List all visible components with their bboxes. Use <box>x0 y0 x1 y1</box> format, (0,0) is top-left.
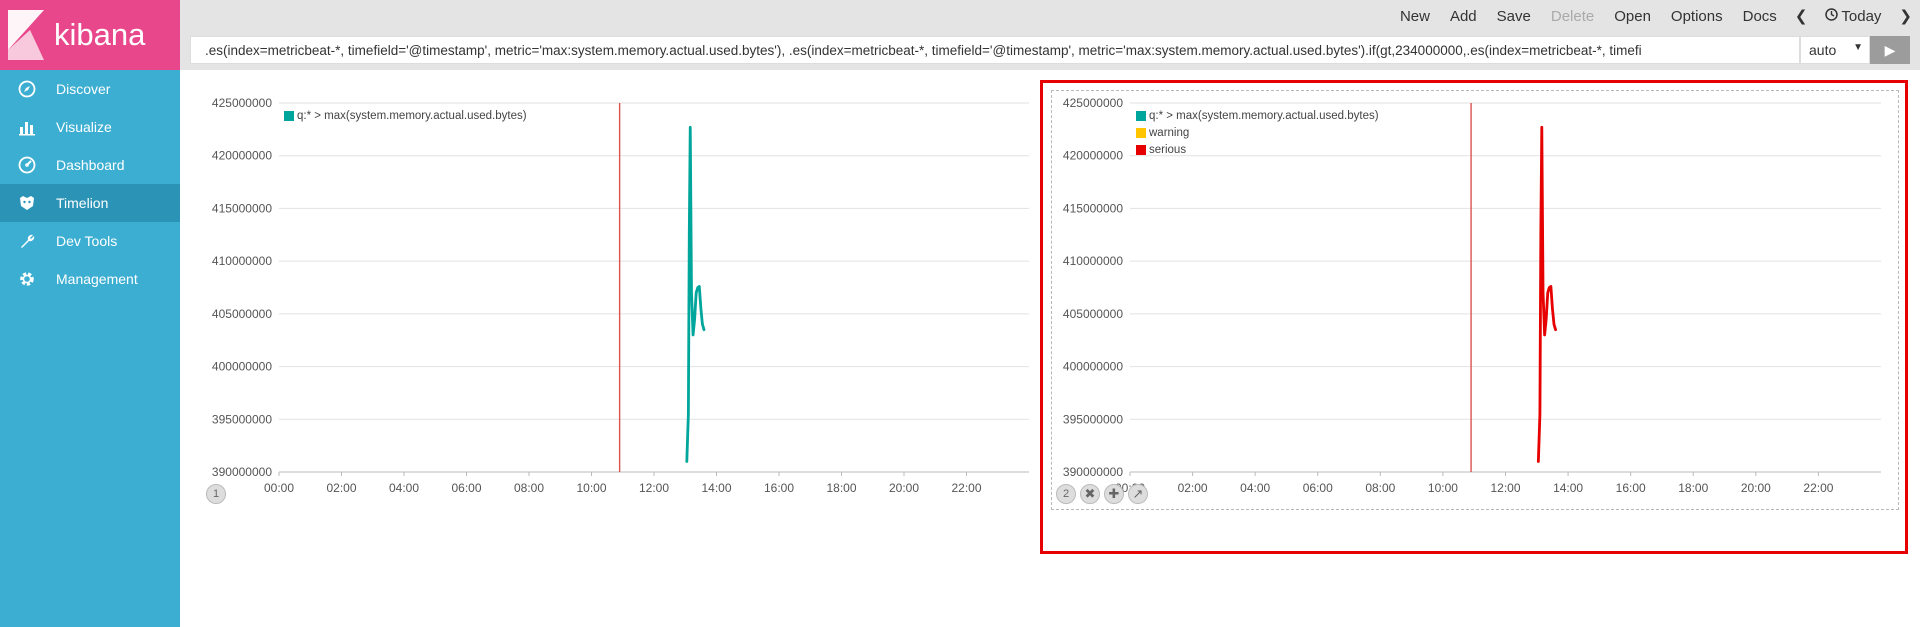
y-tick-label: 395000000 <box>1063 412 1123 426</box>
y-tick-label: 390000000 <box>1063 465 1123 479</box>
chart-panel-2[interactable]: 425000000 420000000 415000000 410000000 4050… <box>0 0 1920 627</box>
x-tick-label: 10:00 <box>1428 481 1458 495</box>
legend-label: q:* > max(system.memory.actual.used.byte… <box>297 109 527 122</box>
legend-label: q:* > max(system.memory.actual.used.byte… <box>1149 109 1379 122</box>
x-tick-label: 20:00 <box>1741 481 1771 495</box>
x-tick-label: 12:00 <box>1490 481 1520 495</box>
legend-item[interactable]: serious <box>1136 141 1379 158</box>
legend-item[interactable]: warning <box>1136 124 1379 141</box>
x-tick-label: 02:00 <box>1178 481 1208 495</box>
y-tick-label: 400000000 <box>1063 360 1123 374</box>
series-line <box>1536 125 1557 463</box>
x-tick-label: 16:00 <box>1616 481 1646 495</box>
legend-item[interactable]: q:* > max(system.memory.actual.used.byte… <box>284 107 527 124</box>
x-tick-label: 08:00 <box>1365 481 1395 495</box>
remove-panel-icon[interactable]: ✖ <box>1080 484 1100 504</box>
legend-swatch <box>1136 144 1146 155</box>
legend-swatch <box>284 110 294 121</box>
legend-swatch <box>1136 110 1146 121</box>
x-tick-label: 06:00 <box>1303 481 1333 495</box>
legend-label: warning <box>1149 126 1190 139</box>
x-tick-label: 04:00 <box>1240 481 1270 495</box>
legend-swatch <box>1136 127 1146 138</box>
panel-1-badge[interactable]: 1 <box>206 484 226 504</box>
x-tick-label: 14:00 <box>1553 481 1583 495</box>
legend-label: serious <box>1149 143 1187 156</box>
chart-legend-2: q:* > max(system.memory.actual.used.byte… <box>1136 107 1379 158</box>
legend-item[interactable]: q:* > max(system.memory.actual.used.byte… <box>1136 107 1379 124</box>
x-tick-label: 18:00 <box>1678 481 1708 495</box>
chart-legend-1: q:* > max(system.memory.actual.used.byte… <box>284 107 527 124</box>
move-panel-icon[interactable]: ✚ <box>1104 484 1124 504</box>
x-tick-label: 22:00 <box>1803 481 1833 495</box>
y-tick-label: 405000000 <box>1063 307 1123 321</box>
y-tick-label: 410000000 <box>1063 254 1123 268</box>
resize-panel-icon[interactable]: ↗ <box>1128 484 1148 504</box>
y-tick-label: 425000000 <box>1063 96 1123 110</box>
panel-2-badge[interactable]: 2 <box>1056 484 1076 504</box>
y-tick-label: 420000000 <box>1063 149 1123 163</box>
y-tick-label: 415000000 <box>1063 201 1123 215</box>
